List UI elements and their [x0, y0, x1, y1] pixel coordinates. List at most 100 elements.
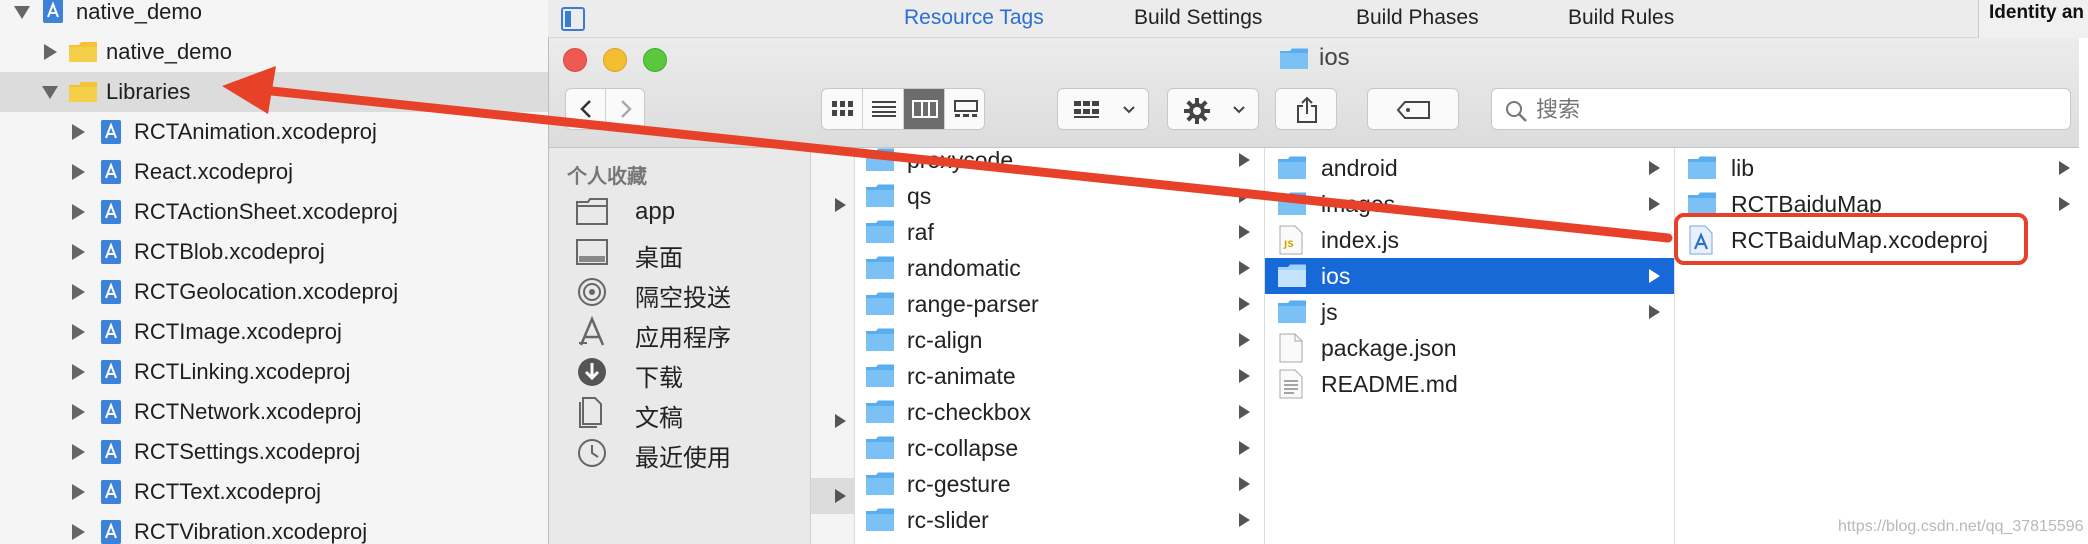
column-item[interactable]: rc-animate: [855, 358, 1264, 394]
chevron-right-icon: [1649, 161, 1660, 175]
folder-icon: [866, 472, 894, 495]
chevron-right-icon: [1649, 197, 1660, 211]
action-menu-button[interactable]: [1167, 88, 1259, 130]
xcodeproj-icon: [101, 440, 121, 464]
sidebar-item-label: app: [635, 198, 676, 225]
zoom-window-button[interactable]: [643, 48, 667, 72]
sidebar-item-app[interactable]: app: [549, 192, 811, 232]
column-item[interactable]: JS index.js: [1265, 222, 1674, 258]
nav-row-xcodeproj[interactable]: RCTNetwork.xcodeproj: [0, 392, 548, 432]
tab-build-rules[interactable]: Build Rules: [1568, 6, 1674, 30]
disclosure-down-icon[interactable]: [42, 86, 58, 99]
edit-tags-button[interactable]: [1367, 88, 1459, 130]
sidebar-item-desktop[interactable]: 桌面: [549, 232, 811, 272]
disclosure-right-icon[interactable]: [72, 164, 85, 180]
disclosure-right-icon[interactable]: [72, 284, 85, 300]
sidebar-item-applications[interactable]: 应用程序: [549, 312, 811, 352]
nav-row-xcodeproj[interactable]: RCTAnimation.xcodeproj: [0, 112, 548, 152]
column-item[interactable]: rc-collapse: [855, 430, 1264, 466]
gallery-view-button[interactable]: [945, 89, 986, 129]
list-view-button[interactable]: [863, 89, 904, 129]
nav-row-xcodeproj[interactable]: RCTImage.xcodeproj: [0, 312, 548, 352]
column-view-button[interactable]: [904, 89, 945, 129]
search-field[interactable]: [1491, 88, 2071, 130]
disclosure-right-icon[interactable]: [72, 484, 85, 500]
column-item[interactable]: images: [1265, 186, 1674, 222]
nav-row-libraries[interactable]: Libraries: [0, 72, 548, 112]
column-item[interactable]: raf: [855, 214, 1264, 250]
chevron-right-icon: [835, 198, 846, 212]
annotation-highlight-box: [1674, 213, 2028, 265]
tab-build-settings[interactable]: Build Settings: [1134, 6, 1262, 30]
column-item[interactable]: android: [1265, 150, 1674, 186]
sidebar-item-airdrop[interactable]: 隔空投送: [549, 272, 811, 312]
column-item-label: js: [1321, 299, 1338, 325]
column-item[interactable]: rc-slider: [855, 502, 1264, 538]
column-item[interactable]: randomatic: [855, 250, 1264, 286]
nav-row-xcodeproj[interactable]: RCTLinking.xcodeproj: [0, 352, 548, 392]
forward-button[interactable]: [606, 89, 646, 129]
nav-row-xcodeproj[interactable]: RCTGeolocation.xcodeproj: [0, 272, 548, 312]
folder-icon: [866, 220, 894, 243]
disclosure-right-icon[interactable]: [72, 204, 85, 220]
sidebar-toggle-icon[interactable]: [560, 6, 586, 32]
chevron-right-icon: [621, 100, 632, 118]
column-item-label: android: [1321, 155, 1398, 181]
nav-row-xcodeproj[interactable]: React.xcodeproj: [0, 152, 548, 192]
disclosure-right-icon[interactable]: [72, 244, 85, 260]
column-item[interactable]: lib: [1675, 150, 2079, 186]
chevron-down-icon: [1233, 106, 1245, 114]
nav-row-label: native_demo: [76, 0, 202, 24]
disclosure-right-icon[interactable]: [72, 444, 85, 460]
nav-row-xcodeproj[interactable]: RCTBlob.xcodeproj: [0, 232, 548, 272]
disclosure-right-icon[interactable]: [72, 524, 85, 540]
nav-row-xcodeproj[interactable]: RCTVibration.xcodeproj: [0, 512, 548, 544]
column-item[interactable]: rc-checkbox: [855, 394, 1264, 430]
disclosure-right-icon[interactable]: [72, 324, 85, 340]
disclosure-right-icon[interactable]: [44, 44, 57, 60]
nav-row-xcodeproj[interactable]: RCTText.xcodeproj: [0, 472, 548, 512]
disclosure-right-icon[interactable]: [72, 124, 85, 140]
column-item[interactable]: qs: [855, 178, 1264, 214]
column-item[interactable]: package.json: [1265, 330, 1674, 366]
xcodeproj-icon: [43, 0, 63, 23]
sidebar-item-documents[interactable]: 文稿: [549, 392, 811, 432]
sidebar-item-downloads[interactable]: 下载: [549, 352, 811, 392]
nav-row-xcodeproj[interactable]: RCTSettings.xcodeproj: [0, 432, 548, 472]
column-item-selected[interactable]: ios: [1265, 258, 1674, 294]
finder-sidebar: 个人收藏 app 桌面 隔空投送 应用程序 下载 文稿 最近使用: [549, 148, 811, 544]
share-button[interactable]: [1275, 88, 1337, 130]
selected-path-marker: [811, 478, 855, 514]
airdrop-icon: [578, 278, 606, 306]
chevron-right-icon: [835, 414, 846, 428]
desktop-icon: [576, 239, 608, 265]
column-item[interactable]: proxycode: [855, 148, 1264, 178]
nav-row-label: RCTLinking.xcodeproj: [134, 359, 351, 384]
nav-row-project[interactable]: native_demo: [0, 0, 548, 32]
column-item[interactable]: js: [1265, 294, 1674, 330]
xcodeproj-icon: [101, 520, 121, 544]
disclosure-right-icon[interactable]: [72, 364, 85, 380]
group-by-button[interactable]: [1057, 88, 1149, 130]
search-input[interactable]: [1536, 95, 2036, 125]
column-item[interactable]: rc-align: [855, 322, 1264, 358]
column-item[interactable]: README.md: [1265, 366, 1674, 402]
column-item-label: qs: [907, 183, 932, 209]
close-window-button[interactable]: [563, 48, 587, 72]
nav-row-xcodeproj[interactable]: RCTActionSheet.xcodeproj: [0, 192, 548, 232]
tab-build-phases[interactable]: Build Phases: [1356, 6, 1479, 30]
minimize-window-button[interactable]: [603, 48, 627, 72]
list-icon: [872, 101, 896, 117]
icon-view-button[interactable]: [822, 89, 863, 129]
tab-resource-tags[interactable]: Resource Tags: [904, 6, 1044, 30]
column-item[interactable]: rc-gesture: [855, 466, 1264, 502]
sidebar-item-recents[interactable]: 最近使用: [549, 432, 811, 472]
nav-row-label: RCTAnimation.xcodeproj: [134, 119, 377, 144]
column-item[interactable]: range-parser: [855, 286, 1264, 322]
disclosure-down-icon[interactable]: [14, 6, 30, 19]
nav-row-group[interactable]: native_demo: [0, 32, 548, 72]
back-button[interactable]: [566, 89, 606, 129]
disclosure-right-icon[interactable]: [72, 404, 85, 420]
back-forward-control: [565, 88, 645, 130]
project-navigator: native_demo native_demo Libraries RCTAni…: [0, 0, 548, 544]
